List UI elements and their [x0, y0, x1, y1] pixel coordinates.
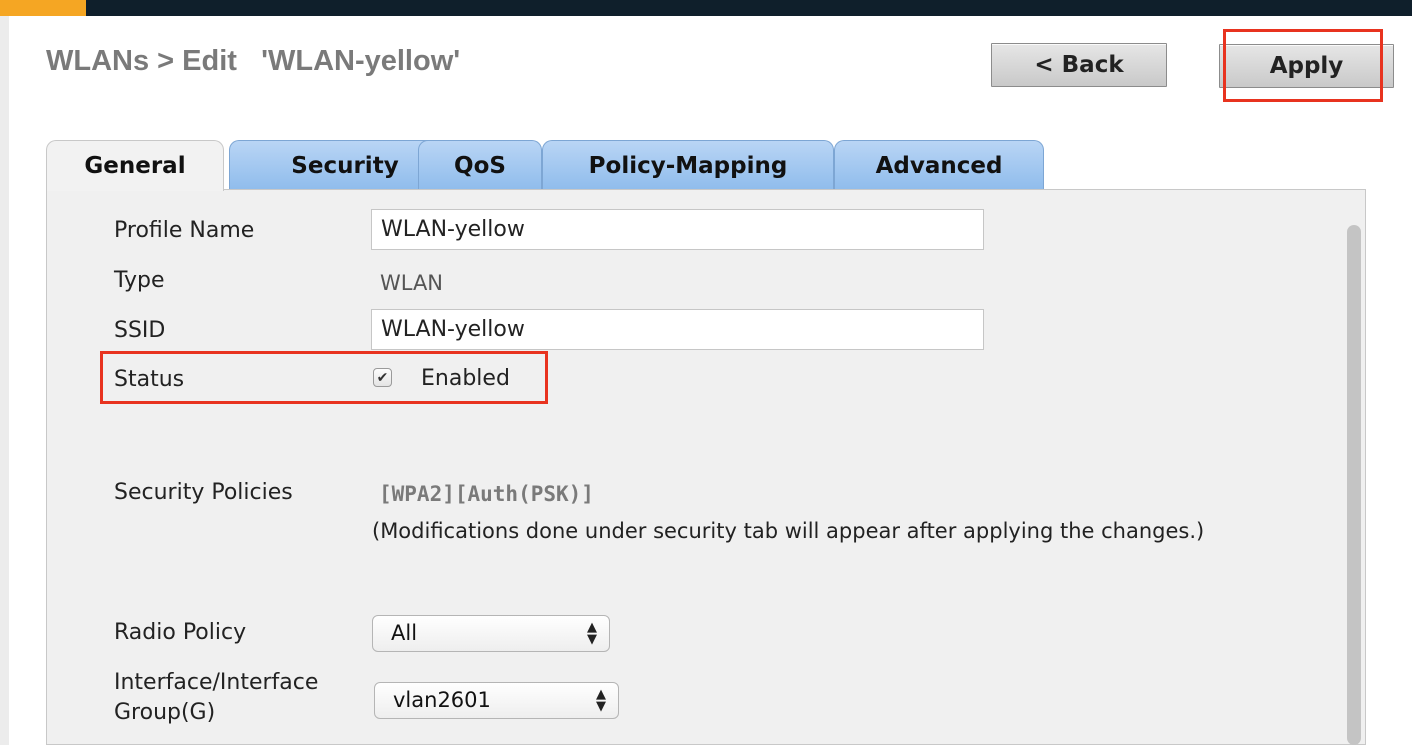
ssid-field[interactable]: WLAN-yellow: [371, 309, 984, 350]
left-nav-edge: [0, 16, 9, 745]
updown-arrows-icon: ▲ ▼: [596, 686, 606, 714]
tab-advanced[interactable]: Advanced: [834, 140, 1044, 190]
security-note: (Modifications done under security tab w…: [372, 519, 1205, 543]
updown-arrows-icon: ▲ ▼: [587, 619, 597, 647]
interface-label-line1: Interface/Interface: [114, 670, 319, 695]
tab-qos[interactable]: QoS: [418, 140, 542, 190]
radio-policy-selected: All: [391, 621, 418, 645]
tab-policy-mapping[interactable]: Policy-Mapping: [542, 140, 834, 190]
panel-scrollbar[interactable]: [1347, 225, 1361, 745]
radio-policy-label: Radio Policy: [114, 620, 247, 645]
profile-name-field[interactable]: WLAN-yellow: [371, 209, 984, 250]
security-policies-value: [WPA2][Auth(PSK)]: [379, 482, 594, 506]
type-value: WLAN: [380, 271, 444, 295]
interface-group-select[interactable]: vlan2601 ▲ ▼: [374, 682, 619, 719]
interface-label-line2: Group(G): [114, 700, 216, 725]
page-title: WLANs > Edit 'WLAN-yellow': [46, 45, 461, 77]
general-tab-panel: [46, 189, 1366, 745]
radio-policy-select[interactable]: All ▲ ▼: [372, 615, 610, 652]
apply-highlight-box: [1223, 29, 1383, 102]
status-highlight-box: [100, 351, 548, 404]
top-banner-accent: [0, 0, 86, 16]
interface-group-selected: vlan2601: [393, 688, 491, 712]
profile-name-label: Profile Name: [114, 218, 255, 243]
back-button[interactable]: < Back: [991, 43, 1167, 87]
tab-general[interactable]: General: [46, 140, 224, 191]
top-banner: [0, 0, 1412, 16]
security-policies-label: Security Policies: [114, 480, 293, 505]
ssid-label: SSID: [114, 318, 166, 343]
type-label: Type: [114, 268, 165, 293]
